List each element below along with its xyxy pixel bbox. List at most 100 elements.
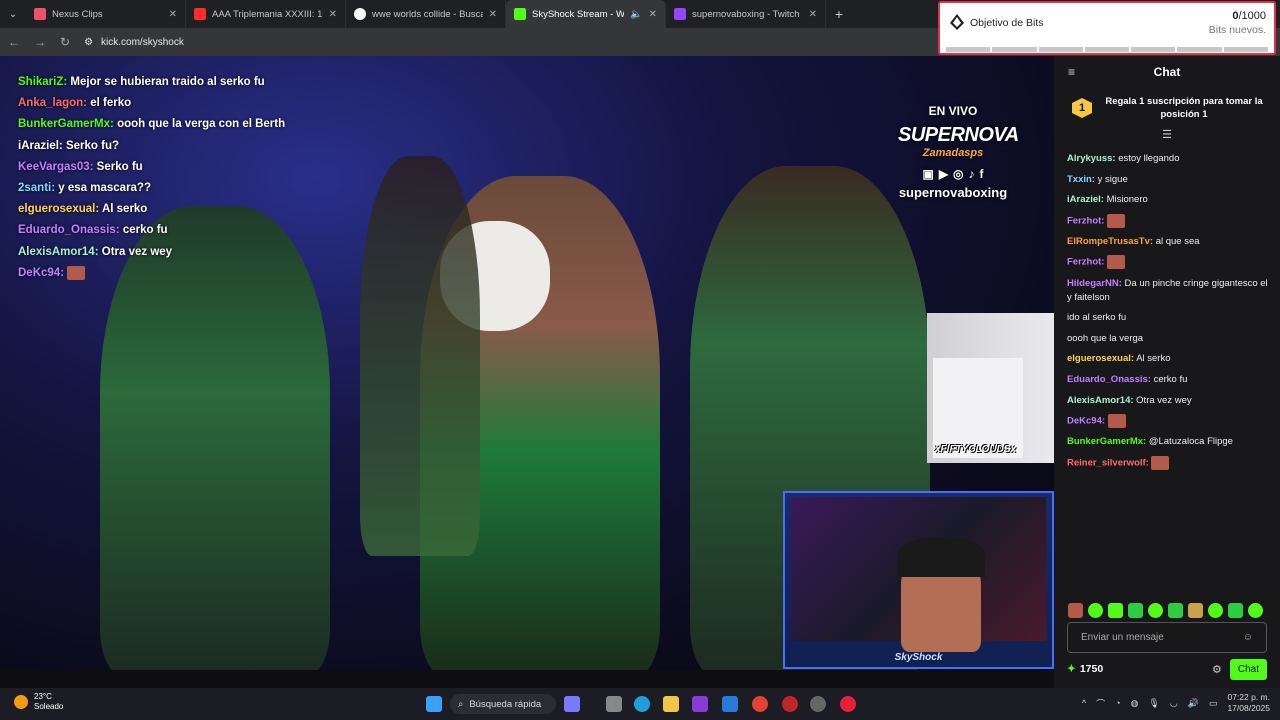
emote-icon[interactable] — [1108, 603, 1123, 618]
wifi-icon[interactable]: ◡ — [1170, 698, 1178, 709]
tab-3[interactable]: SkyShock Stream - Watch Live 🔈 ✕ — [506, 0, 666, 28]
overlay-chat-user: iAraziel: — [18, 139, 63, 152]
app-icon[interactable] — [782, 696, 798, 712]
emote-icon[interactable] — [1168, 603, 1183, 618]
date: 17/08/2025 — [1227, 703, 1270, 713]
network-icon[interactable]: ◔ — [1115, 698, 1120, 708]
chat-username[interactable]: DeKc94: — [1067, 416, 1105, 427]
speaker-icon[interactable]: 🔈 — [630, 9, 642, 20]
chat-username[interactable]: AlexisAmor14: — [1067, 395, 1134, 406]
back-icon[interactable]: ← — [8, 35, 20, 49]
chrome-icon[interactable] — [810, 696, 826, 712]
chat-text: al que sea — [1155, 235, 1200, 247]
tab-title: SkyShock Stream - Watch Live — [532, 8, 625, 20]
close-icon[interactable]: ✕ — [329, 9, 337, 20]
emote-icon[interactable] — [1208, 603, 1223, 618]
close-icon[interactable]: ✕ — [489, 9, 497, 20]
chat-message: DeKc94: — [1067, 414, 1272, 429]
store-icon[interactable] — [722, 696, 738, 712]
chat-username[interactable]: ElRompeTrusasTv: — [1067, 236, 1153, 247]
bits-goal-widget: Objetivo de Bits 0/1000 Bits nuevos. — [938, 1, 1276, 55]
chat-message: iAraziel: Misionero — [1067, 193, 1272, 207]
skyshock-cam-feed — [791, 497, 1046, 652]
emote-icon[interactable] — [1188, 603, 1203, 618]
tab-1[interactable]: AAA Triplemania XXXIII: 16 de Ag ✕ — [186, 0, 346, 28]
chat-username[interactable]: Eduardo_Onassis: — [1067, 374, 1151, 385]
close-icon[interactable]: ✕ — [649, 9, 657, 20]
chevron-up-icon[interactable]: ^ — [1082, 698, 1086, 708]
url-field[interactable]: ⚙ kick.com/skyshock — [84, 37, 184, 48]
emoji-icon[interactable]: ☺ — [1243, 632, 1253, 643]
chrome-icon[interactable] — [752, 696, 768, 712]
tab-list-button[interactable]: ⌄ — [0, 0, 26, 28]
overlay-chat-user: BunkerGamerMx: — [18, 118, 114, 131]
forward-icon[interactable]: → — [34, 35, 46, 49]
tab-2[interactable]: wwe worlds collide - Buscar con ✕ — [346, 0, 506, 28]
microphone-icon[interactable]: 🎙 — [1148, 698, 1159, 709]
chat-username[interactable]: Reiner_silverwolf: — [1067, 457, 1149, 468]
collapse-chat-icon[interactable]: ≡ — [1068, 65, 1075, 79]
battery-icon[interactable]: ▭ — [1209, 698, 1218, 709]
bits-total: /1000 — [1238, 10, 1266, 22]
chat-username[interactable]: iAraziel: — [1067, 194, 1104, 205]
emote-icon[interactable] — [1128, 603, 1143, 618]
bits-goal-count: 0/1000 — [1232, 10, 1266, 22]
gift-sub-promo[interactable]: 1 Regala 1 suscripción para tomar la pos… — [1054, 88, 1280, 128]
reload-icon[interactable]: ↻ — [60, 35, 70, 49]
weather-text: Soleado — [34, 702, 64, 711]
time: 07:22 p. m. — [1227, 692, 1270, 702]
widgets-icon[interactable] — [564, 696, 580, 712]
points-value: 1750 — [1079, 663, 1104, 675]
overlay-chat-user: AlexisAmor14: — [18, 245, 99, 258]
chat-username[interactable]: Ferzhot: — [1067, 215, 1104, 226]
emote-icon[interactable] — [1068, 603, 1083, 618]
video-player[interactable]: ShikariZ: Mejor se hubieran traido al se… — [0, 56, 1054, 688]
quick-emotes — [1068, 603, 1263, 618]
shelf — [933, 358, 1023, 458]
chat-username[interactable]: Txxin: — [1067, 174, 1095, 185]
file-explorer-icon[interactable] — [663, 696, 679, 712]
windows-start-icon[interactable] — [426, 696, 442, 712]
emote-icon[interactable] — [1228, 603, 1243, 618]
tab-4[interactable]: supernovaboxing - Twitch ✕ — [666, 0, 826, 28]
emote-icon[interactable] — [1148, 603, 1163, 618]
task-view-icon[interactable] — [606, 696, 622, 712]
overlay-chat-user: ShikariZ: — [18, 76, 68, 88]
app-icon[interactable] — [692, 696, 708, 712]
chat-username[interactable]: Ferzhot: — [1067, 257, 1104, 268]
volume-icon[interactable]: ◍ — [1131, 698, 1139, 709]
chat-text: ido al serko fu — [1067, 312, 1127, 324]
chat-messages: Alrykyuss: estoy llegando Txxin: y sigue i… — [1067, 152, 1272, 477]
close-icon[interactable]: ✕ — [169, 9, 177, 20]
close-icon[interactable]: ✕ — [809, 9, 817, 20]
chat-username[interactable]: Alrykyuss: — [1067, 153, 1116, 164]
chat-input[interactable]: Enviar un mensaje ☺ — [1067, 622, 1267, 653]
speaker-icon[interactable]: 🔊 — [1188, 698, 1199, 709]
overlay-chat-text: Al serko — [101, 203, 148, 216]
clock[interactable]: 07:22 p. m. 17/08/2025 — [1227, 692, 1270, 714]
edge-icon[interactable] — [634, 696, 650, 712]
chat-username[interactable]: HildegarNN: — [1067, 278, 1122, 289]
opera-icon[interactable] — [840, 696, 856, 712]
new-tab-button[interactable]: + — [826, 0, 852, 28]
weather-widget[interactable]: 23°C Soleado — [14, 692, 63, 712]
channel-points[interactable]: ✦ 1750 — [1067, 663, 1103, 675]
chat-username[interactable]: BunkerGamerMx: — [1067, 436, 1146, 447]
send-chat-button[interactable]: Chat — [1229, 658, 1267, 680]
overlay-chat-user: Anka_lagon: — [18, 97, 88, 110]
onedrive-icon[interactable]: ⌒ — [1096, 697, 1105, 710]
tiktok-icon: ♪ — [968, 167, 975, 181]
emote-icon[interactable] — [1248, 603, 1263, 618]
emote-icon[interactable] — [1088, 603, 1103, 618]
social-icons: ▣ ▶ ◎ ♪ f — [898, 167, 1008, 181]
chat-username[interactable]: elguerosexual: — [1067, 353, 1134, 364]
chat-text: oooh que la verga — [1067, 332, 1144, 344]
overlay-chat-row: Eduardo_Onassis: cerko fu — [18, 220, 318, 241]
overlay-chat-text: cerko fu — [122, 224, 168, 237]
taskbar-search[interactable]: ⌕ Búsqueda rápida — [450, 694, 556, 714]
filter-icon[interactable]: ☰ — [1054, 128, 1280, 142]
tab-0[interactable]: Nexus Clips ✕ — [26, 0, 186, 28]
chat-settings-icon[interactable]: ⚙ — [1212, 663, 1222, 676]
overlay-chat-user: DeKc94: — [18, 266, 65, 279]
site-info-icon[interactable]: ⚙ — [84, 37, 93, 48]
